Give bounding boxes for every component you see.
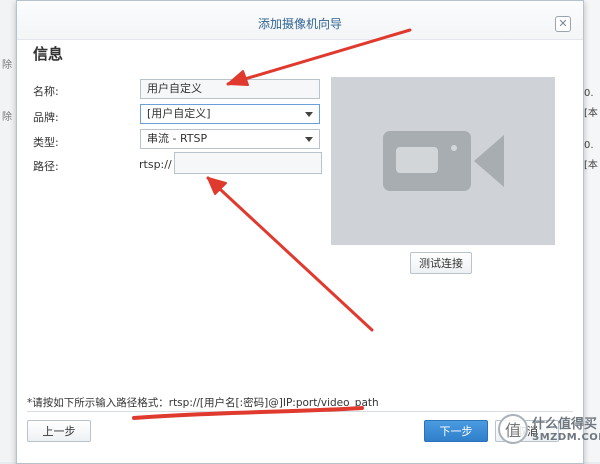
- watermark-text: 什么值得买: [532, 417, 598, 432]
- site-watermark: 值 什么值得买 SMZDM.COM: [498, 410, 600, 458]
- watermark-domain: SMZDM.COM: [532, 432, 600, 443]
- annotation-underline: [132, 406, 364, 420]
- annotation-arrow: [226, 28, 412, 86]
- annotation-arrowhead: [227, 70, 249, 86]
- annotation-overlay: [132, 28, 412, 420]
- watermark-logo: 值: [498, 414, 528, 444]
- annotation-arrow: [206, 176, 374, 332]
